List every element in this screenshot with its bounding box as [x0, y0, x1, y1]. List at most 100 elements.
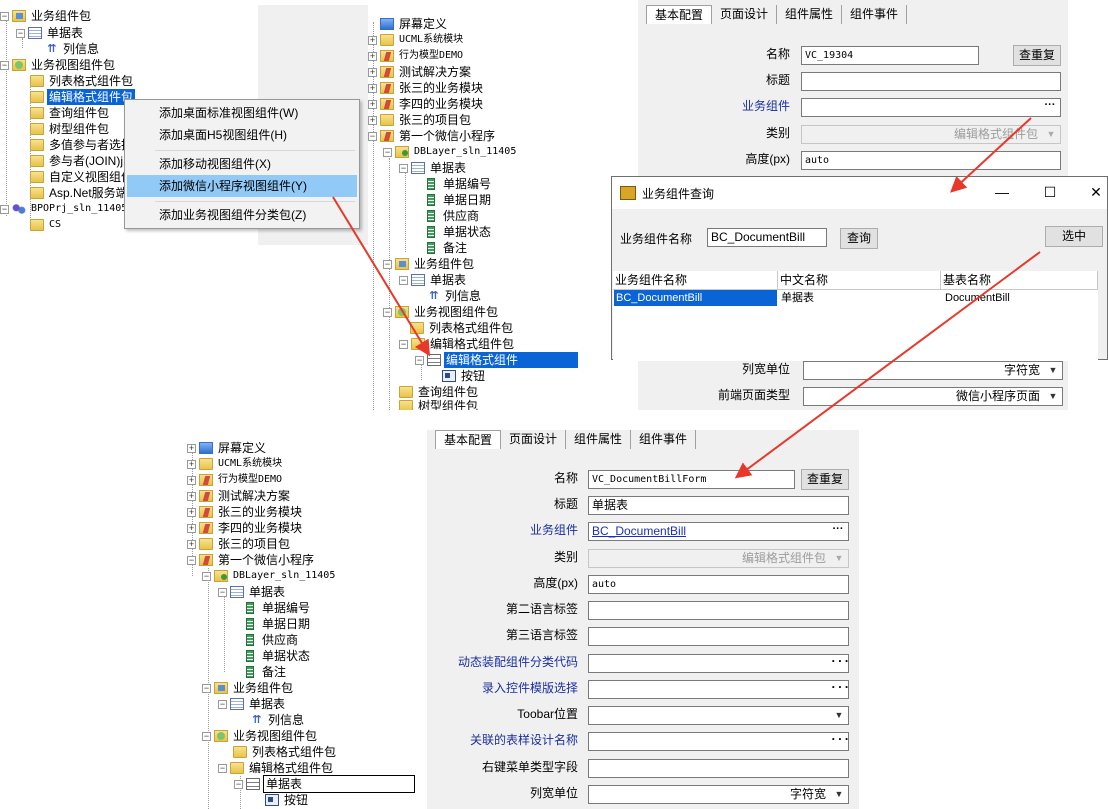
tab-page-design[interactable]: 页面设计: [712, 5, 778, 24]
expand-icon[interactable]: +: [368, 83, 377, 93]
tree-node[interactable]: 备注: [243, 664, 288, 680]
tab-page-design[interactable]: 页面设计: [501, 430, 567, 449]
ellipsis-icon[interactable]: ···: [1042, 100, 1058, 115]
tree-node[interactable]: 单据状态: [424, 224, 493, 240]
collapse-icon[interactable]: −: [202, 683, 211, 693]
tree-node[interactable]: + 测试解决方案: [187, 488, 292, 504]
tree-node[interactable]: + 测试解决方案: [368, 64, 473, 80]
collapse-icon[interactable]: −: [415, 355, 424, 365]
expand-icon[interactable]: +: [368, 115, 377, 125]
tree-node[interactable]: + 张三的项目包: [368, 112, 473, 128]
tree-node[interactable]: − 业务视图组件包: [0, 57, 117, 73]
tree-node[interactable]: − 编辑格式组件: [415, 352, 579, 368]
expand-icon[interactable]: +: [368, 51, 377, 61]
collapse-icon[interactable]: −: [218, 699, 227, 709]
tree-node[interactable]: − 业务组件包: [202, 680, 295, 696]
query-button[interactable]: 查询: [840, 228, 878, 249]
ellipsis-icon[interactable]: ···: [830, 524, 846, 539]
collapse-icon[interactable]: −: [368, 131, 377, 141]
tab-basic-config[interactable]: 基本配置: [646, 5, 713, 24]
collapse-icon[interactable]: −: [399, 275, 408, 285]
tree-node[interactable]: − 单据表: [399, 160, 468, 176]
tree-node[interactable]: + 李四的业务模块: [187, 520, 304, 536]
tree-node[interactable]: + 张三的业务模块: [368, 80, 485, 96]
collapse-icon[interactable]: −: [218, 587, 227, 597]
minimize-icon[interactable]: —: [992, 183, 1012, 201]
tree-node[interactable]: 列表格式组件包: [233, 744, 338, 760]
menu-item-add-wechat-view[interactable]: 添加微信小程序视图组件(Y): [127, 175, 357, 197]
ellipsis-icon[interactable]: ···: [830, 682, 848, 697]
tree-node[interactable]: − 业务组件包: [383, 256, 476, 272]
height-field[interactable]: auto: [588, 575, 849, 594]
name-field[interactable]: VC_19304: [801, 46, 979, 65]
tab-component-props[interactable]: 组件属性: [566, 430, 632, 449]
tree-node[interactable]: + 屏幕定义: [187, 440, 268, 456]
collapse-icon[interactable]: −: [187, 555, 196, 565]
collapse-icon[interactable]: −: [218, 763, 227, 773]
tab-basic-config[interactable]: 基本配置: [435, 430, 502, 449]
tree-node[interactable]: 多值参与者选择: [30, 137, 135, 153]
dropdown-arrow-icon[interactable]: ▼: [834, 708, 844, 723]
tree-node[interactable]: + UCML系统模块: [368, 32, 465, 48]
tree-node[interactable]: + 行为模型DEMO: [187, 472, 284, 488]
tree-node[interactable]: − 第一个微信小程序: [368, 128, 497, 144]
tree-node[interactable]: − 编辑格式组件包: [218, 760, 335, 776]
tree-node[interactable]: 按钮: [265, 792, 310, 808]
tree-node[interactable]: 列表格式组件包: [410, 320, 515, 336]
tree-node[interactable]: − DBLayer_sln_11405: [383, 144, 518, 160]
component-name-input[interactable]: BC_DocumentBill: [707, 228, 827, 247]
collapse-icon[interactable]: −: [399, 163, 408, 173]
tree-node[interactable]: 单据日期: [424, 192, 493, 208]
grid-header-cn-name[interactable]: 中文名称: [778, 271, 941, 290]
tree-node[interactable]: Asp.Net服务端: [30, 185, 130, 201]
tree-node[interactable]: − 业务组件包: [0, 8, 93, 24]
title-field[interactable]: 单据表: [588, 496, 849, 515]
context-menu-type-field[interactable]: [588, 759, 849, 778]
tree-node[interactable]: + 张三的项目包: [187, 536, 292, 552]
business-component-field[interactable]: ···: [801, 98, 1061, 117]
tree-node[interactable]: 备注: [424, 240, 469, 256]
tree-node[interactable]: − 单据表: [399, 272, 468, 288]
collapse-icon[interactable]: −: [16, 28, 25, 38]
check-duplicate-button[interactable]: 查重复: [801, 469, 849, 490]
tab-component-props[interactable]: 组件属性: [777, 5, 843, 24]
column-width-select[interactable]: 字符宽 ▼: [803, 361, 1063, 380]
tree-node[interactable]: − BPOPrj_sln_11405: [0, 201, 129, 217]
tree-node[interactable]: − 第一个微信小程序: [187, 552, 316, 568]
expand-icon[interactable]: +: [368, 67, 377, 77]
tree-node[interactable]: 编辑格式组件包: [30, 89, 136, 105]
grid-header-base-table[interactable]: 基表名称: [941, 271, 1098, 290]
dropdown-arrow-icon[interactable]: ▼: [834, 787, 844, 802]
tree-node[interactable]: ⇈ 列信息: [46, 41, 101, 57]
expand-icon[interactable]: +: [187, 507, 196, 517]
grid-cell-name[interactable]: BC_DocumentBill: [614, 290, 777, 306]
dropdown-arrow-icon[interactable]: ▼: [1048, 389, 1058, 404]
tree-node[interactable]: − 单据表: [16, 25, 85, 41]
tree-node[interactable]: − 业务视图组件包: [202, 728, 319, 744]
expand-icon[interactable]: +: [187, 475, 196, 485]
tab-component-events[interactable]: 组件事件: [842, 5, 908, 24]
frontend-page-type-select[interactable]: 微信小程序页面 ▼: [803, 387, 1063, 406]
collapse-icon[interactable]: −: [383, 307, 392, 317]
expand-icon[interactable]: +: [368, 35, 377, 45]
tree-node[interactable]: 单据编号: [243, 600, 312, 616]
toolbar-position-select[interactable]: ▼: [588, 706, 849, 725]
expand-icon[interactable]: +: [187, 443, 196, 453]
dialog-titlebar[interactable]: 业务组件查询 — ☐ ✕: [612, 177, 1107, 209]
menu-item-add-h5-view[interactable]: 添加桌面H5视图组件(H): [127, 124, 357, 146]
tree-node[interactable]: 单据状态: [243, 648, 312, 664]
expand-icon[interactable]: +: [187, 523, 196, 533]
tree-node[interactable]: CS: [30, 217, 63, 233]
tree-node[interactable]: 树型组件包: [399, 398, 480, 410]
grid-cell-base-table[interactable]: DocumentBill: [943, 290, 1093, 306]
tree-node[interactable]: − 单据表: [234, 775, 416, 793]
title-field[interactable]: [801, 72, 1061, 91]
tree-node[interactable]: + UCML系统模块: [187, 456, 284, 472]
tree-node[interactable]: 查询组件包: [30, 105, 111, 121]
maximize-icon[interactable]: ☐: [1040, 183, 1060, 201]
ellipsis-icon[interactable]: ···: [830, 734, 848, 749]
input-template-field[interactable]: ···: [588, 680, 849, 699]
tree-node[interactable]: − 单据表: [218, 584, 287, 600]
tree-node[interactable]: + 张三的业务模块: [187, 504, 304, 520]
expand-icon[interactable]: +: [187, 491, 196, 501]
